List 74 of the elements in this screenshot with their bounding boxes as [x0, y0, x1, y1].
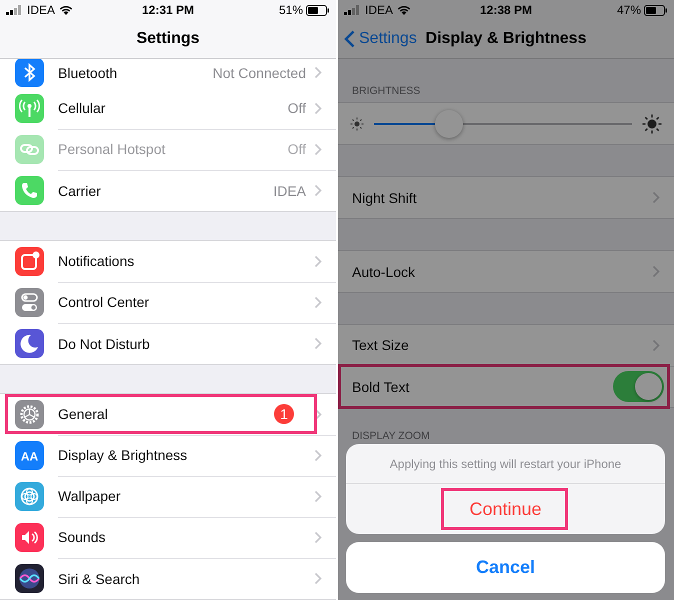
settings-row[interactable]: Text Size	[338, 325, 674, 366]
chevron-icon	[314, 142, 322, 156]
chevron-icon	[314, 254, 322, 268]
toggle-switch[interactable]	[613, 371, 664, 402]
back-chevron-icon	[344, 30, 355, 48]
chevron-icon	[314, 184, 322, 197]
row-label: Do Not Disturb	[58, 336, 151, 352]
row-label: Sounds	[58, 529, 106, 545]
row-value: Not Connected	[212, 64, 306, 80]
row-label: Night Shift	[352, 190, 418, 206]
screen-title: Settings	[136, 30, 200, 48]
chevron-icon	[314, 448, 322, 462]
settings-row[interactable]: AA Display & Brightness	[0, 435, 336, 476]
settings-row[interactable]: Carrier IDEA	[0, 170, 336, 211]
dim-sun-icon	[350, 116, 364, 130]
notification-badge: 1	[274, 404, 294, 424]
section-header: BRIGHTNESS	[351, 84, 422, 99]
text-size-icon: AA	[15, 441, 44, 470]
settings-row[interactable]: Do Not Disturb	[0, 323, 336, 364]
row-label: Display & Brightness	[58, 447, 188, 463]
settings-row[interactable]: Auto-Lock	[338, 251, 674, 292]
settings-row[interactable]: Control Center	[0, 282, 336, 323]
row-label: Carrier	[58, 182, 102, 198]
chevron-icon	[652, 338, 660, 352]
slider-thumb[interactable]	[434, 110, 463, 138]
clock-time: 12:38 PM	[480, 3, 532, 17]
chevron-icon	[314, 408, 322, 420]
row-value: Off	[288, 100, 306, 116]
row-label: Siri & Search	[58, 570, 141, 586]
row-label: Notifications	[58, 253, 136, 269]
row-label: Control Center	[58, 294, 150, 310]
chevron-icon	[314, 102, 322, 114]
carrier-name: IDEA	[365, 3, 394, 17]
row-label: Personal Hotspot	[58, 141, 166, 157]
settings-row[interactable]: Night Shift	[338, 177, 674, 218]
chevron-icon	[652, 265, 660, 278]
settings-row[interactable]: Sounds	[0, 517, 336, 558]
battery-percent: 47%	[616, 3, 641, 17]
screen-title: Display & Brightness	[426, 30, 586, 48]
signal-icon	[344, 5, 361, 15]
row-label: Cellular	[58, 100, 106, 116]
cancel-button[interactable]: Cancel	[346, 542, 665, 593]
wifi-icon	[59, 5, 74, 15]
chevron-icon	[652, 191, 660, 204]
battery-icon	[644, 4, 668, 16]
chevron-icon	[314, 490, 322, 502]
row-label: Auto-Lock	[352, 264, 416, 280]
settings-row[interactable]: General 1	[0, 394, 336, 435]
wifi-icon	[397, 5, 412, 15]
bright-sun-icon	[642, 114, 662, 134]
row-value: IDEA	[273, 182, 306, 198]
section-header: DISPLAY ZOOM	[351, 430, 431, 444]
chevron-icon	[314, 66, 322, 79]
row-label: Bold Text	[352, 378, 410, 394]
row-label: Wallpaper	[58, 488, 122, 504]
row-label: Text Size	[352, 337, 410, 353]
settings-row[interactable]: Siri & Search	[0, 558, 336, 599]
clock-time: 12:31 PM	[142, 3, 194, 17]
carrier-name: IDEA	[27, 3, 56, 17]
settings-row[interactable]: Notifications	[0, 241, 336, 282]
chevron-icon	[314, 530, 322, 544]
sheet-message: Applying this setting will restart your iPhone	[346, 444, 665, 484]
chevron-icon	[314, 296, 322, 308]
battery-icon	[306, 4, 330, 16]
chevron-icon	[314, 572, 322, 585]
row-value: Off	[288, 141, 306, 157]
settings-row[interactable]: Wallpaper	[0, 476, 336, 517]
signal-icon	[6, 5, 23, 15]
settings-row[interactable]: Cellular Off	[0, 88, 336, 129]
chevron-icon	[314, 337, 322, 350]
settings-row[interactable]: Bold Text	[338, 366, 674, 407]
row-label: General	[58, 406, 109, 422]
row-label: Bluetooth	[58, 64, 118, 80]
battery-percent: 51%	[278, 3, 303, 17]
